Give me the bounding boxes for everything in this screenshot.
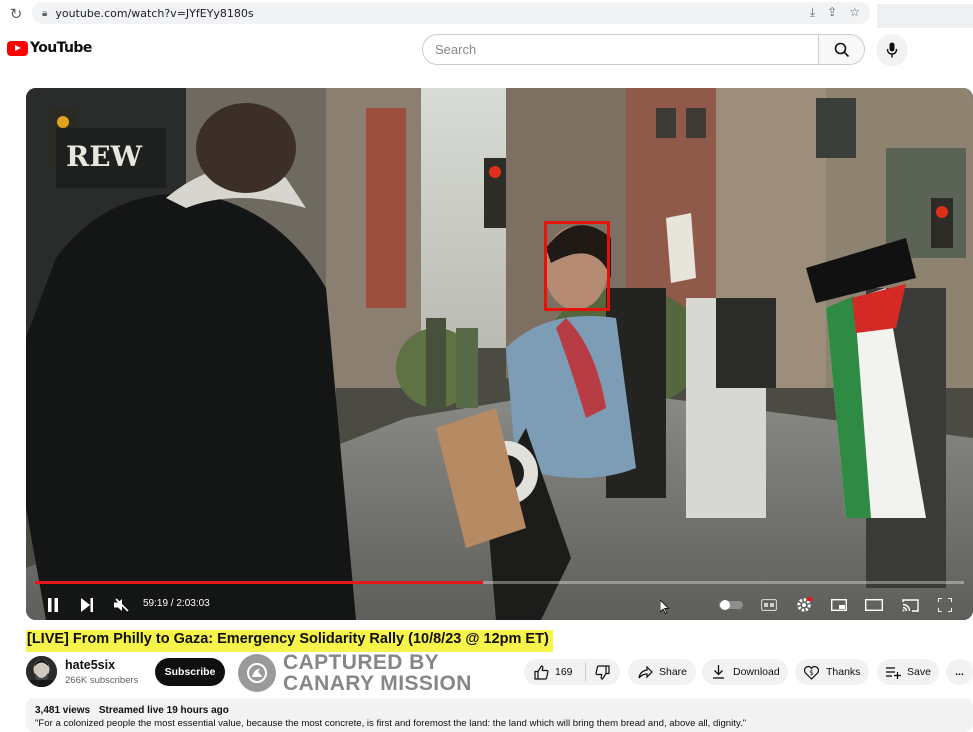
miniplayer-icon [831,599,847,611]
toolbar-extension-area [877,4,973,28]
youtube-wordmark: YouTube [30,40,92,56]
channel-name[interactable]: hate5six [65,658,115,672]
install-app-icon[interactable]: ⤓ [810,5,815,20]
download-label: Download [733,666,780,678]
svg-text:$: $ [809,669,813,677]
youtube-logo[interactable]: YouTube [7,40,92,56]
progress-bar-played [35,581,483,584]
video-frame-street-rally: REW B [26,88,973,620]
dislike-button[interactable] [594,664,610,680]
address-bar[interactable]: 🔒︎ youtube.com/watch?v=JYfEYy8180s ⤓ ⇪ ☆ [32,2,870,24]
video-title: [LIVE] From Philly to Gaza: Emergency So… [26,630,553,652]
next-icon [81,598,93,612]
fullscreen-button[interactable] [932,590,958,620]
more-horizontal-icon: ... [955,666,964,678]
theater-mode-button[interactable] [861,590,887,620]
fullscreen-icon [938,598,952,612]
pause-icon [48,598,58,612]
captions-button[interactable] [756,590,782,620]
like-divider [584,663,586,681]
thanks-label: Thanks [826,666,861,678]
share-label: Share [659,666,688,678]
subscriber-count: 266K subscribers [65,675,139,686]
theater-mode-icon [865,599,883,611]
lock-icon[interactable]: 🔒︎ [42,8,47,19]
cast-icon [901,598,919,612]
browser-toolbar: ↻ 🔒︎ youtube.com/watch?v=JYfEYy8180s ⤓ ⇪… [0,0,973,28]
pause-button[interactable] [40,590,66,620]
mute-button[interactable] [109,590,135,620]
thanks-button[interactable]: $ Thanks [795,659,869,685]
settings-button[interactable] [791,590,817,620]
save-label: Save [907,666,931,678]
search-button[interactable] [818,34,865,65]
autoplay-toggle[interactable] [716,590,746,620]
like-count: 169 [555,666,573,678]
stream-date: Streamed live 19 hours ago [98,705,229,716]
avatar-image [26,656,57,687]
youtube-play-logo-icon [7,40,28,56]
thumbs-up-icon [534,664,549,680]
share-icon [638,665,653,679]
subscribe-button[interactable]: Subscribe [155,658,225,686]
channel-avatar[interactable] [26,656,57,687]
bookmark-star-icon[interactable]: ☆ [849,5,860,20]
like-dislike-group: 169 [524,659,620,685]
mouse-cursor-icon [660,600,670,614]
player-controls: 59:19 / 2:03:03 [26,590,973,620]
svg-text:REW: REW [66,140,143,173]
address-bar-actions: ⤓ ⇪ ☆ [810,5,860,20]
miniplayer-button[interactable] [826,590,852,620]
download-button[interactable]: Download [702,659,788,685]
microphone-icon [886,42,898,58]
view-count: 3,481 views [35,705,91,716]
more-actions-button[interactable]: ... [946,659,973,685]
description-meta: 3,481 views Streamed live 19 hours ago [35,705,973,716]
autoplay-toggle-icon [719,600,743,610]
gear-icon [797,597,812,612]
canary-mission-logo-icon [238,654,276,692]
voice-search-button[interactable] [876,34,908,66]
next-button[interactable] [74,590,100,620]
thumbs-down-icon [594,664,610,680]
watermark-line-2: CANARY MISSION [283,672,472,695]
canary-mission-watermark: CAPTURED BY CANARY MISSION [283,652,472,694]
progress-bar[interactable] [35,581,964,584]
download-icon [712,665,725,679]
super-thanks-icon: $ [804,665,819,680]
save-button[interactable]: Save [877,659,939,685]
share-button[interactable]: Share [628,659,696,685]
share-page-icon[interactable]: ⇪ [827,5,837,20]
cast-button[interactable] [897,590,923,620]
face-highlight-box [544,221,610,311]
watermark-line-1: CAPTURED BY [283,651,440,674]
url-text[interactable]: youtube.com/watch?v=JYfEYy8180s [55,7,253,20]
search-icon [834,42,849,57]
like-button[interactable] [534,664,549,680]
description-box[interactable]: 3,481 views Streamed live 19 hours ago "… [26,698,973,732]
channel-owner-row: hate5six 266K subscribers Subscribe CAPT… [26,652,486,694]
reload-icon[interactable]: ↻ [0,5,32,23]
search-input[interactable]: Search [422,34,819,65]
add-to-playlist-icon [886,666,901,679]
time-display: 59:19 / 2:03:03 [143,598,210,609]
video-player[interactable]: REW B [26,88,973,620]
description-text: "For a colonized people the most essenti… [35,718,747,729]
youtube-header: YouTube Search [0,28,973,72]
muted-volume-icon [114,598,129,612]
captions-icon [761,599,777,611]
